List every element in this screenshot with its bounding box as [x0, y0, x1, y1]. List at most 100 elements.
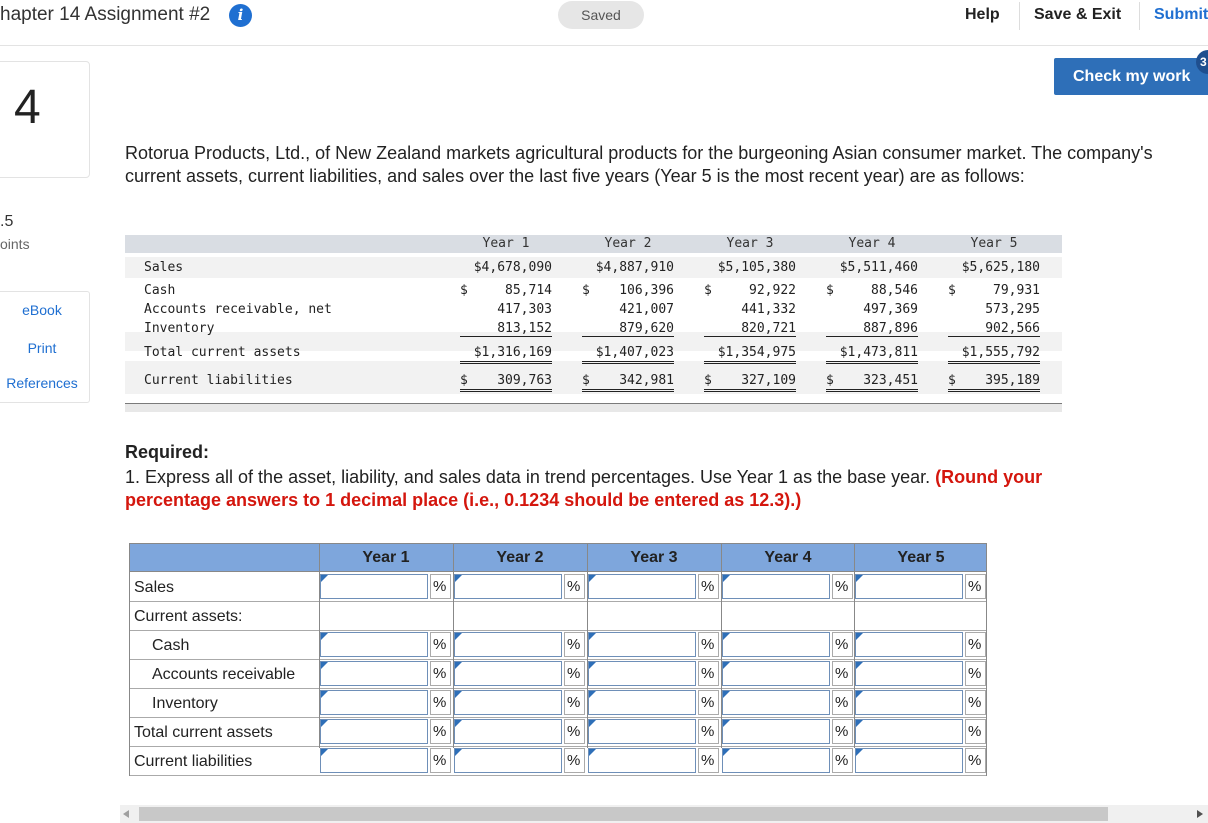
answer-year-header: Year 4	[721, 544, 855, 572]
trend-percentage-input[interactable]	[855, 719, 963, 744]
trend-percentage-input[interactable]	[855, 690, 963, 715]
trend-percentage-input[interactable]	[722, 574, 830, 599]
data-cell: $1,316,169	[460, 345, 552, 364]
trend-percentage-input[interactable]	[722, 719, 830, 744]
submit-button[interactable]: Submit	[1154, 6, 1208, 24]
data-value: $1,316,169	[474, 345, 552, 360]
trend-percentage-input[interactable]	[588, 690, 696, 715]
trend-percentage-input[interactable]	[454, 719, 562, 744]
answer-grid-header: Year 1Year 2Year 3Year 4Year 5	[130, 544, 986, 572]
trend-percentage-answer-grid: Year 1Year 2Year 3Year 4Year 5 Sales%%%%…	[129, 543, 987, 776]
trend-percentage-input[interactable]	[855, 574, 963, 599]
trend-percentage-input[interactable]	[320, 632, 428, 657]
trend-percentage-input[interactable]	[320, 661, 428, 686]
data-row-label: Inventory	[144, 321, 214, 336]
header-divider	[1139, 2, 1140, 30]
data-value: 441,332	[741, 302, 796, 317]
answer-year-header: Year 2	[453, 544, 587, 572]
trend-percentage-input[interactable]	[320, 748, 428, 773]
references-link[interactable]: References	[0, 375, 87, 391]
data-value: 88,546	[871, 283, 918, 298]
trend-percentage-input[interactable]	[588, 632, 696, 657]
trend-percentage-input[interactable]	[454, 632, 562, 657]
scroll-left-arrow-icon[interactable]	[123, 810, 129, 818]
data-value: 395,189	[985, 373, 1040, 388]
check-my-work-button[interactable]: Check my work	[1054, 58, 1208, 95]
info-icon[interactable]: i	[229, 4, 252, 27]
data-cell: $342,981	[582, 373, 674, 392]
dollar-sign: $	[826, 283, 834, 298]
data-cell: $5,511,460	[826, 260, 918, 276]
problem-statement: Rotorua Products, Ltd., of New Zealand m…	[125, 142, 1165, 187]
percent-symbol: %	[965, 748, 986, 773]
percent-symbol: %	[832, 690, 853, 715]
save-exit-button[interactable]: Save & Exit	[1034, 6, 1121, 24]
data-value: 342,981	[619, 373, 674, 388]
data-row-label: Current liabilities	[144, 373, 293, 388]
side-links-panel: eBook Print References	[0, 291, 90, 403]
data-cell: $309,763	[460, 373, 552, 392]
top-header: hapter 14 Assignment #2 i Saved Help Sav…	[0, 0, 1208, 46]
data-value: 421,007	[619, 302, 674, 317]
data-cell: 573,295	[948, 302, 1040, 318]
percent-symbol: %	[564, 661, 585, 686]
trend-percentage-input[interactable]	[588, 719, 696, 744]
trend-percentage-input[interactable]	[855, 748, 963, 773]
data-value: 497,369	[863, 302, 918, 317]
trend-percentage-input[interactable]	[722, 632, 830, 657]
trend-percentage-input[interactable]	[454, 574, 562, 599]
answer-row: Accounts receivable%%%%%	[130, 660, 986, 689]
question-number: 4	[14, 80, 41, 135]
data-cell: 902,566	[948, 321, 1040, 337]
trend-percentage-input[interactable]	[855, 661, 963, 686]
trend-percentage-input[interactable]	[855, 632, 963, 657]
trend-percentage-input[interactable]	[588, 574, 696, 599]
data-cell: $1,354,975	[704, 345, 796, 364]
trend-percentage-input[interactable]	[588, 661, 696, 686]
trend-percentage-input[interactable]	[454, 690, 562, 715]
print-link[interactable]: Print	[0, 340, 87, 356]
answer-year-header: Year 3	[587, 544, 721, 572]
data-cell: $88,546	[826, 283, 918, 299]
trend-percentage-input[interactable]	[320, 690, 428, 715]
data-value: $5,625,180	[962, 260, 1040, 275]
trend-percentage-input[interactable]	[454, 661, 562, 686]
data-cell: $395,189	[948, 373, 1040, 392]
ebook-link[interactable]: eBook	[0, 302, 87, 318]
trend-percentage-input[interactable]	[722, 748, 830, 773]
dollar-sign: $	[704, 373, 712, 388]
trend-percentage-input[interactable]	[320, 574, 428, 599]
scroll-right-arrow-icon[interactable]	[1197, 810, 1203, 818]
trend-percentage-input[interactable]	[454, 748, 562, 773]
scrollbar-thumb[interactable]	[139, 807, 1108, 821]
percent-symbol: %	[698, 748, 719, 773]
help-button[interactable]: Help	[965, 6, 1000, 24]
answer-row: Cash%%%%%	[130, 631, 986, 660]
answer-row-label: Cash	[152, 631, 189, 659]
trend-percentage-input[interactable]	[320, 719, 428, 744]
percent-symbol: %	[430, 574, 451, 599]
data-row-label: Accounts receivable, net	[144, 302, 332, 317]
data-value: 902,566	[985, 321, 1040, 336]
data-cell: $5,625,180	[948, 260, 1040, 276]
percent-symbol: %	[564, 574, 585, 599]
data-value: 79,931	[993, 283, 1040, 298]
grid-column-divider	[319, 544, 320, 748]
data-value: $4,678,090	[474, 260, 552, 275]
header-divider	[1019, 2, 1020, 30]
trend-percentage-input[interactable]	[722, 661, 830, 686]
required-title: Required:	[125, 442, 209, 463]
trend-percentage-input[interactable]	[722, 690, 830, 715]
data-cell: $85,714	[460, 283, 552, 299]
trend-percentage-input[interactable]	[588, 748, 696, 773]
data-cell: $4,678,090	[460, 260, 552, 276]
data-value: $5,511,460	[840, 260, 918, 275]
data-cell: $5,105,380	[704, 260, 796, 276]
answer-row: Total current assets%%%%%	[130, 718, 986, 747]
data-cell: 441,332	[704, 302, 796, 318]
data-row-label: Cash	[144, 283, 175, 298]
answer-row-label: Sales	[134, 573, 174, 601]
data-year-header: Year 1	[460, 236, 552, 251]
saved-status-badge: Saved	[558, 1, 644, 29]
horizontal-scrollbar[interactable]	[120, 805, 1208, 823]
